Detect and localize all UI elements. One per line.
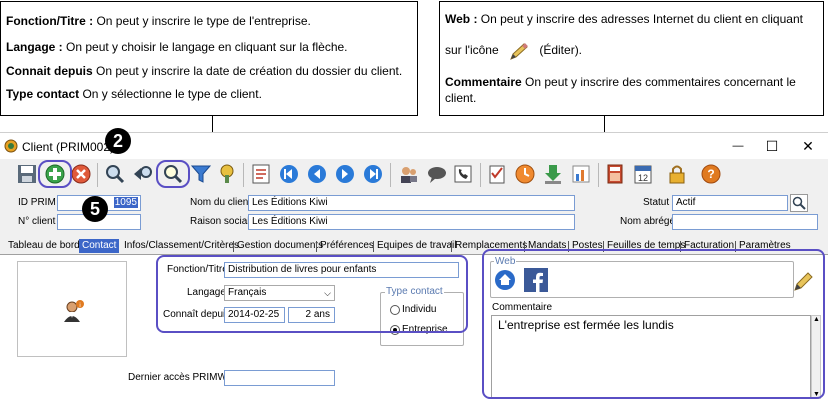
search-previous-icon[interactable] (132, 163, 154, 185)
highlight-search-button (156, 160, 190, 188)
callout-web: Web : On peut y inscrire des adresses In… (445, 12, 803, 26)
filter-options-icon[interactable] (216, 163, 238, 185)
last-record-icon[interactable] (362, 163, 384, 185)
maximize-button[interactable]: ☐ (757, 136, 787, 156)
svg-text:12: 12 (638, 173, 648, 183)
minimize-button[interactable]: — (723, 136, 753, 156)
svg-text:i: i (79, 303, 80, 309)
previous-record-icon[interactable] (306, 163, 328, 185)
lock-icon[interactable] (666, 163, 688, 185)
tab-equipes-de-travail[interactable]: Equipes de travail (377, 240, 457, 251)
callout-commentaire: Commentaire On peut y inscrire des comme… (445, 75, 796, 89)
calculator-icon[interactable] (604, 163, 626, 185)
badge-5: 5 (82, 196, 108, 222)
phone-icon[interactable] (452, 163, 474, 185)
tab-infos-classement[interactable]: Infos/Classement/Critères (124, 240, 239, 251)
raison-sociale-label: Raison sociale (190, 216, 256, 227)
dernier-acces-field (224, 370, 335, 386)
checklist-icon[interactable] (486, 163, 508, 185)
highlight-contact-fields (156, 255, 468, 333)
tab-contact[interactable]: Contact (79, 239, 120, 253)
tab-tableau-de-bord[interactable]: Tableau de bord (8, 240, 80, 251)
first-record-icon[interactable] (278, 163, 300, 185)
save-icon[interactable] (16, 163, 38, 185)
callout-right: Web : On peut y inscrire des adresses In… (439, 1, 824, 116)
photo-frame[interactable]: i (17, 261, 127, 357)
contacts-icon[interactable] (398, 163, 420, 185)
badge-2: 2 (105, 128, 131, 154)
nom-abrege-label: Nom abrégé (620, 216, 676, 227)
raison-sociale-field[interactable]: Les Éditions Kiwi (248, 214, 575, 230)
tab-preferences[interactable]: Préférences (320, 240, 374, 251)
help-icon[interactable]: ? (700, 163, 722, 185)
statut-search-icon[interactable] (790, 194, 808, 212)
statut-label: Statut (643, 197, 670, 208)
svg-text:?: ? (707, 167, 714, 181)
next-record-icon[interactable] (334, 163, 356, 185)
nom-client-label: Nom du client (190, 197, 252, 208)
highlight-add-button (38, 160, 72, 188)
callout-langage: Langage : On peut y choisir le langage e… (6, 40, 348, 54)
statut-field[interactable]: Actif (672, 195, 788, 211)
calendar-icon[interactable]: 12 (632, 163, 654, 185)
filter-icon[interactable] (190, 163, 212, 185)
chart-icon[interactable] (570, 163, 592, 185)
callout-web-line2: sur l'icône (Éditer). (445, 43, 583, 60)
pencil-icon (508, 43, 530, 60)
callout-type-contact: Type contact On y sélectionne le type de… (6, 87, 262, 101)
toolbar: 12 ? (0, 159, 828, 191)
callout-commentaire-line2: client. (445, 91, 477, 105)
report-icon[interactable] (250, 163, 272, 185)
dernier-acces-label: Dernier accès PRIMWeb (128, 372, 238, 383)
window-title: Client (PRIM002) (22, 140, 115, 154)
contact-person-icon: i (60, 298, 86, 324)
client-window: Client (PRIM002) — ☐ ✕ 12 ? ID PRIM 1095… (0, 132, 828, 413)
callout-left: Fonction/Titre : On peut y inscrire le t… (0, 1, 418, 116)
message-icon[interactable] (426, 163, 448, 185)
nom-abrege-field[interactable] (672, 214, 818, 230)
nom-client-field[interactable]: Les Éditions Kiwi (248, 195, 575, 211)
id-prim-label: ID PRIM (18, 197, 56, 208)
highlight-web-comment (482, 249, 825, 399)
delete-icon[interactable] (70, 163, 92, 185)
callout-connait: Connait depuis On peut y inscrire la dat… (6, 64, 403, 78)
tab-gestion-documents[interactable]: Gestion documents (237, 240, 323, 251)
close-button[interactable]: ✕ (793, 136, 823, 156)
clock-icon[interactable] (514, 163, 536, 185)
no-client-label: N° client (18, 216, 56, 227)
app-icon (4, 139, 18, 153)
download-icon[interactable] (542, 163, 564, 185)
callout-fonction: Fonction/Titre : On peut y inscrire le t… (6, 14, 311, 28)
search-icon[interactable] (104, 163, 126, 185)
